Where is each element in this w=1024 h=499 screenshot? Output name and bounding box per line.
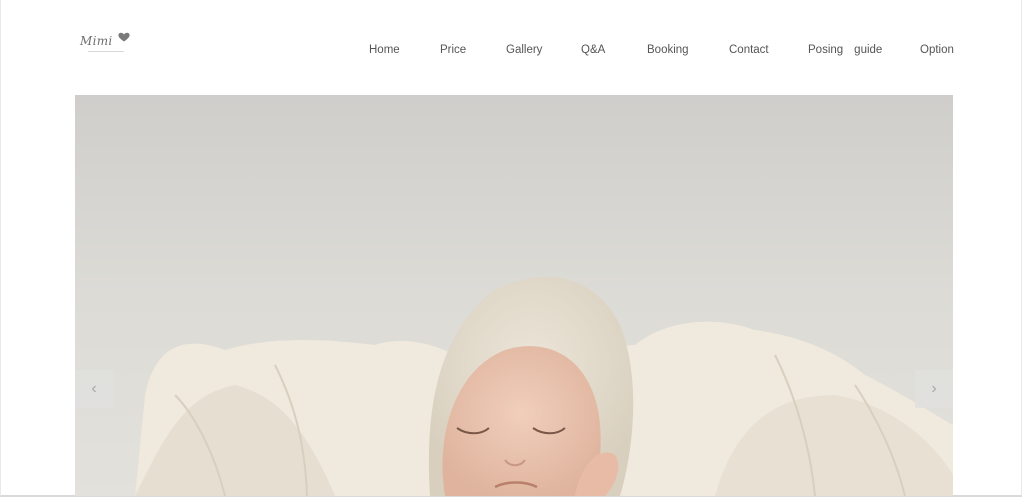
nav-posing-label-a: Posing [808, 44, 844, 56]
chevron-left-icon: ‹ [91, 380, 97, 397]
nav-posing-guide[interactable]: Posing guide [808, 40, 882, 60]
slider-next-button[interactable]: › [915, 370, 953, 408]
site-header: Mimi Home Price Gallery Q&A Booking Cont… [0, 0, 1024, 95]
nav-gallery[interactable]: Gallery [506, 40, 542, 60]
nav-booking[interactable]: Booking [647, 40, 689, 60]
nav-home[interactable]: Home [369, 40, 400, 60]
nav-qa[interactable]: Q&A [581, 40, 605, 60]
nav-posing-label-b: guide [854, 44, 883, 56]
nav-option[interactable]: Option [920, 40, 954, 60]
chevron-right-icon: › [931, 380, 937, 397]
main-nav: Home Price Gallery Q&A Booking Contact P… [0, 40, 1024, 60]
nav-price[interactable]: Price [440, 40, 466, 60]
hero-photo [75, 95, 953, 496]
hero-slider [75, 95, 953, 496]
nav-contact[interactable]: Contact [729, 40, 769, 60]
slider-prev-button[interactable]: ‹ [75, 370, 113, 408]
